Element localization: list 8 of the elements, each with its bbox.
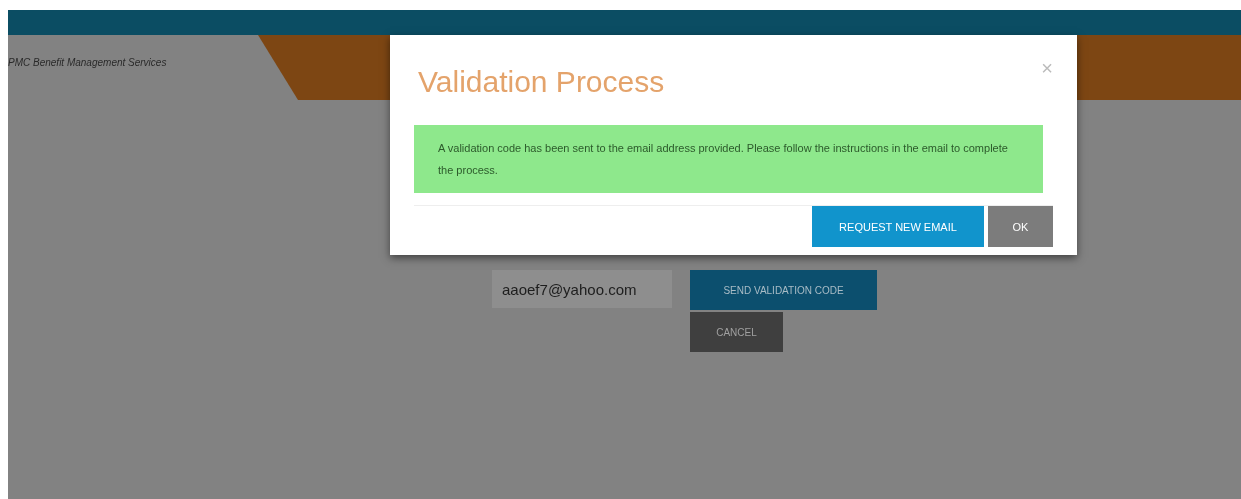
cancel-button[interactable]: CANCEL: [690, 312, 783, 352]
success-message: A validation code has been sent to the email address provided. Please follow the instructions in the email to complete the process.: [414, 125, 1043, 193]
email-field[interactable]: aaoef7@yahoo.com: [492, 270, 672, 308]
request-email-button[interactable]: REQUEST NEW EMAIL: [812, 206, 984, 247]
modal-title: Validation Process: [417, 65, 665, 99]
ok-button[interactable]: OK: [988, 206, 1053, 247]
send-code-button[interactable]: SEND VALIDATION CODE: [690, 270, 877, 310]
brand-text: PMC Benefit Management Services: [8, 56, 168, 70]
